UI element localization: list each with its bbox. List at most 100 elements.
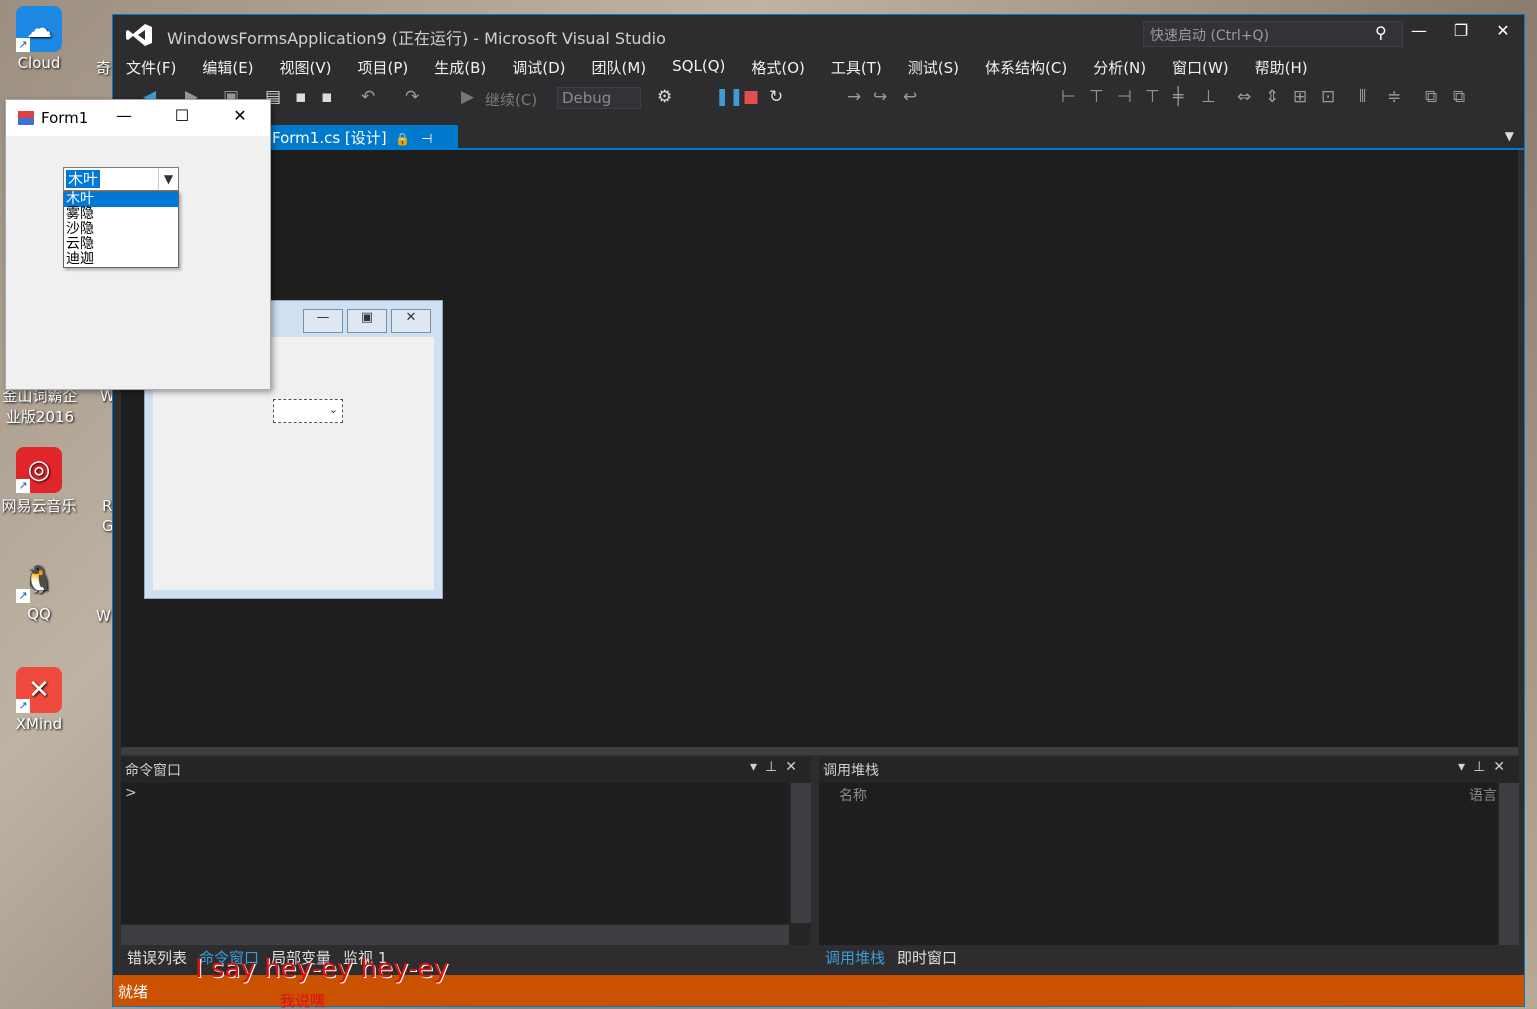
cloud-icon: ☁ ↗ xyxy=(16,6,62,52)
menu-format[interactable]: 格式(O) xyxy=(738,55,818,81)
pane-controls[interactable]: ▾⊥✕ xyxy=(1458,759,1513,775)
step-into-icon[interactable]: → xyxy=(847,87,861,107)
menu-test[interactable]: 测试(S) xyxy=(895,55,972,81)
right-pane-tabs: 调用堆栈 即时窗口 xyxy=(819,945,963,969)
column-header-name[interactable]: 名称 xyxy=(839,785,867,805)
menu-team[interactable]: 团队(M) xyxy=(579,55,660,81)
designer-combobox[interactable]: ⌄ xyxy=(273,399,343,423)
bring-front-icon[interactable]: ⧉ xyxy=(1425,87,1437,107)
chevron-down-icon[interactable]: ▼ xyxy=(158,168,178,190)
designer-close-icon: ✕ xyxy=(391,309,431,333)
tab-immediate-window[interactable]: 即时窗口 xyxy=(891,945,963,969)
dropdown-option[interactable]: 木叶 xyxy=(64,192,178,207)
dropdown-option[interactable]: 迪迦 xyxy=(64,252,178,267)
continue-button[interactable]: 继续(C) xyxy=(485,89,537,110)
redo-icon[interactable]: ↷ xyxy=(405,87,419,107)
desktop-icon-cloud[interactable]: ☁ ↗ Cloud xyxy=(0,6,78,72)
menu-build[interactable]: 生成(B) xyxy=(421,55,499,81)
same-size-icon[interactable]: ⊞ xyxy=(1293,87,1307,107)
search-icon[interactable]: ⚲ xyxy=(1375,23,1387,42)
form1-title: Form1 xyxy=(41,109,89,127)
menu-help[interactable]: 帮助(H) xyxy=(1242,55,1321,81)
netease-music-icon: ◎ ↗ xyxy=(16,447,62,493)
step-out-icon[interactable]: ↩ xyxy=(903,87,917,107)
desktop-icon-label: 金山词霸企业版2016 xyxy=(2,387,78,426)
horizontal-scrollbar[interactable] xyxy=(121,925,789,945)
menu-window[interactable]: 窗口(W) xyxy=(1159,55,1242,81)
form1-maximize-button[interactable]: ☐ xyxy=(167,106,197,125)
menu-sql[interactable]: SQL(Q) xyxy=(659,55,738,81)
menu-debug[interactable]: 调试(D) xyxy=(499,55,578,81)
tab-form1-design[interactable]: Form1.cs [设计] 🔒 ⊣ ✕ xyxy=(268,125,458,166)
align-top-icon[interactable]: ⊤ xyxy=(1145,87,1160,107)
pane-header: 调用堆栈 ▾⊥✕ xyxy=(819,757,1519,781)
process-icon[interactable]: ⚙ xyxy=(657,87,672,107)
desktop-lyric: I say hey-ey hey-ey xyxy=(195,954,449,984)
menu-edit[interactable]: 编辑(E) xyxy=(189,55,266,81)
desktop-icon-netease[interactable]: ◎ ↗ 网易云音乐 xyxy=(0,447,78,516)
command-input-area[interactable]: > xyxy=(121,783,789,923)
menu-architecture[interactable]: 体系结构(C) xyxy=(972,55,1080,81)
minimize-button[interactable]: — xyxy=(1401,21,1437,45)
lock-icon: 🔒 xyxy=(395,132,411,146)
align-right-icon[interactable]: ⊣ xyxy=(1117,87,1132,107)
same-height-icon[interactable]: ⇕ xyxy=(1265,87,1279,107)
save-icon[interactable]: ▪ xyxy=(295,87,307,107)
save-all-icon[interactable]: ▪ xyxy=(321,87,333,107)
menu-analyze[interactable]: 分析(N) xyxy=(1080,55,1159,81)
spacing-v-icon[interactable]: ≑ xyxy=(1387,87,1401,107)
menu-view[interactable]: 视图(V) xyxy=(267,55,345,81)
align-left-icon[interactable]: ⊢ xyxy=(1061,87,1076,107)
combobox-selected-value: 木叶 xyxy=(66,170,101,188)
align-middle-icon[interactable]: ╪ xyxy=(1173,87,1183,107)
vertical-scrollbar[interactable] xyxy=(791,783,811,923)
pause-icon[interactable]: ❚❚ xyxy=(715,87,744,107)
same-width-icon[interactable]: ⇔ xyxy=(1237,87,1251,107)
desktop-icon-label: Cloud xyxy=(17,54,61,72)
pane-header: 命令窗口 ▾⊥✕ xyxy=(121,757,811,781)
tab-call-stack[interactable]: 调用堆栈 xyxy=(819,945,891,969)
step-over-icon[interactable]: ↪ xyxy=(873,87,887,107)
desktop-edge-text: 奇 xyxy=(96,59,112,77)
vertical-scrollbar[interactable] xyxy=(1499,783,1519,945)
align-center-icon[interactable]: ⊤ xyxy=(1089,87,1104,107)
continue-icon[interactable]: ▶ xyxy=(461,87,474,107)
desktop-icon-jinshan[interactable]: 金山词霸企业版2016 xyxy=(0,385,78,427)
menu-project[interactable]: 项目(P) xyxy=(345,55,422,81)
pane-splitter[interactable] xyxy=(121,747,1518,755)
solution-config-select[interactable]: Debug xyxy=(557,87,641,109)
village-combobox[interactable]: 木叶 ▼ xyxy=(63,167,179,191)
dropdown-option[interactable]: 沙隐 xyxy=(64,222,178,237)
tab-error-list[interactable]: 错误列表 xyxy=(121,945,193,969)
menu-file[interactable]: 文件(F) xyxy=(113,55,189,81)
xmind-icon: ✕ ↗ xyxy=(16,667,62,713)
desktop-edge-text: R xyxy=(102,497,113,515)
restart-icon[interactable]: ↻ xyxy=(769,87,783,107)
desktop-icon-label: XMind xyxy=(15,715,63,733)
menu-tools[interactable]: 工具(T) xyxy=(818,55,895,81)
form1-close-button[interactable]: ✕ xyxy=(225,106,255,125)
form1-minimize-button[interactable]: — xyxy=(109,106,139,125)
desktop-icon-xmind[interactable]: ✕ ↗ XMind xyxy=(0,667,78,733)
pane-title: 调用堆栈 xyxy=(823,763,879,779)
close-button[interactable]: ✕ xyxy=(1485,21,1521,45)
standard-toolbar: ◀ ▶ ▣ ▤ ▪ ▪ ↶ ↷ ▶ 继续(C) Debug ⚙ ❚❚ ■ ↻ →… xyxy=(113,83,1524,113)
chevron-down-icon[interactable]: ▼ xyxy=(1505,129,1514,143)
tab-label: Form1.cs [设计] xyxy=(272,129,387,147)
undo-icon[interactable]: ↶ xyxy=(361,87,375,107)
visual-studio-window: WindowsFormsApplication9 (正在运行) - Micros… xyxy=(112,14,1525,1007)
grid-icon[interactable]: ⊡ xyxy=(1321,87,1335,107)
column-header-language[interactable]: 语言 xyxy=(1469,785,1497,805)
dropdown-option[interactable]: 云隐 xyxy=(64,237,178,252)
desktop-icon-qq[interactable]: 🐧 ↗ QQ xyxy=(0,557,78,623)
pin-icon[interactable]: ⊣ xyxy=(421,132,432,147)
quick-launch-input[interactable]: 快速启动 (Ctrl+Q) xyxy=(1143,21,1403,47)
designer-minimize-icon: — xyxy=(303,309,343,333)
maximize-button[interactable]: ❐ xyxy=(1443,21,1479,45)
spacing-h-icon[interactable]: ⫴ xyxy=(1359,87,1366,107)
pane-controls[interactable]: ▾⊥✕ xyxy=(750,759,805,775)
dropdown-option[interactable]: 雾隐 xyxy=(64,207,178,222)
send-back-icon[interactable]: ⧉ xyxy=(1453,87,1465,107)
stop-icon[interactable]: ■ xyxy=(743,87,759,107)
align-bottom-icon[interactable]: ⊥ xyxy=(1201,87,1216,107)
